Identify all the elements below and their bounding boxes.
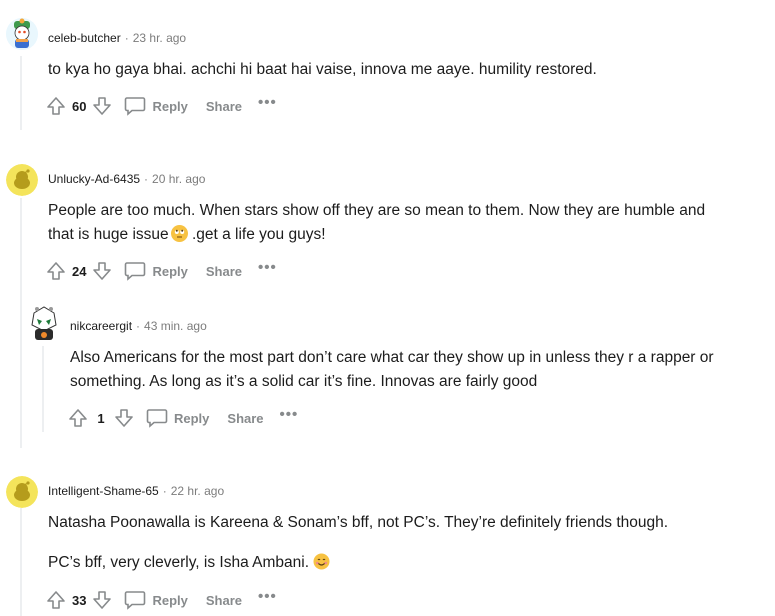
comment-text: PC’s bff, very cleverly, is Isha Ambani. <box>48 551 763 575</box>
comment-text: Also Americans for the most part don’t c… <box>70 349 714 390</box>
timestamp[interactable]: 23 hr. ago <box>133 31 186 45</box>
reply-label: Reply <box>152 98 188 114</box>
downvote-icon[interactable] <box>112 406 136 430</box>
downvote-icon[interactable] <box>90 259 114 283</box>
timestamp[interactable]: 43 min. ago <box>144 319 207 333</box>
separator: · <box>144 172 149 186</box>
more-options-button[interactable]: ••• <box>258 95 277 114</box>
comment-text-line: People are too much. When stars show off… <box>48 202 706 219</box>
reply-button[interactable]: Reply <box>124 590 188 610</box>
comment-body: Natasha Poonawalla is Kareena & Sonam’s … <box>48 511 763 575</box>
comment-header: Unlucky-Ad-6435 · 20 hr. ago <box>48 172 205 186</box>
upvote-icon[interactable] <box>44 94 68 118</box>
comment-actions: 60 Reply Share ••• <box>44 94 277 118</box>
avatar-image <box>6 476 38 508</box>
reply-label: Reply <box>174 410 210 426</box>
more-options-button[interactable]: ••• <box>258 589 277 608</box>
comment-actions: 24 Reply Share ••• <box>44 259 277 283</box>
comment-actions: 33 Reply Share ••• <box>44 588 277 612</box>
avatar-image <box>6 18 38 50</box>
separator: · <box>124 31 129 45</box>
timestamp[interactable]: 22 hr. ago <box>171 484 224 498</box>
comment-bubble-icon <box>125 97 146 116</box>
comment-text-segment: .get a life you guys! <box>187 226 326 243</box>
avatar[interactable] <box>6 164 38 196</box>
share-button[interactable]: Share <box>206 99 242 114</box>
avatar[interactable] <box>6 476 38 508</box>
username[interactable]: Unlucky-Ad-6435 <box>48 172 140 186</box>
username[interactable]: nikcareergit <box>70 319 132 333</box>
upvote-icon[interactable] <box>44 588 68 612</box>
comment-text-segment: that is huge issue <box>48 226 169 243</box>
reply-button[interactable]: Reply <box>124 96 188 116</box>
separator: · <box>136 319 141 333</box>
share-button[interactable]: Share <box>206 264 242 279</box>
vote-score: 33 <box>72 592 87 608</box>
vote-score: 1 <box>97 410 105 426</box>
separator: · <box>162 484 167 498</box>
avatar[interactable] <box>6 18 38 50</box>
comment-text-segment: PC’s bff, very cleverly, is Isha Ambani. <box>48 554 310 571</box>
smiling-emoji-icon <box>313 553 330 570</box>
comment-body: to kya ho gaya bhai. achchi hi baat hai … <box>48 58 758 82</box>
more-options-button[interactable]: ••• <box>280 407 299 426</box>
reply-button[interactable]: Reply <box>146 408 209 428</box>
thread-line[interactable] <box>20 56 22 130</box>
share-button[interactable]: Share <box>227 411 263 426</box>
comment-bubble-icon <box>125 262 146 281</box>
vote-score: 60 <box>72 98 87 114</box>
downvote-icon[interactable] <box>90 588 114 612</box>
thread-line[interactable] <box>42 346 44 432</box>
comment-header: Intelligent-Shame-65 · 22 hr. ago <box>48 484 224 498</box>
comment-text-line: that is huge issue .get a life you guys! <box>48 223 763 247</box>
comment-body: People are too much. When stars show off… <box>48 199 763 247</box>
username[interactable]: Intelligent-Shame-65 <box>48 484 159 498</box>
reply-button[interactable]: Reply <box>124 261 188 281</box>
comment-body: Also Americans for the most part don’t c… <box>70 346 770 394</box>
avatar-image <box>6 164 38 196</box>
downvote-icon[interactable] <box>90 94 114 118</box>
comment-header: celeb-butcher · 23 hr. ago <box>48 31 186 45</box>
timestamp[interactable]: 20 hr. ago <box>152 172 205 186</box>
vote-score: 24 <box>72 263 87 279</box>
thread-line[interactable] <box>20 508 22 616</box>
share-button[interactable]: Share <box>206 593 242 608</box>
more-options-button[interactable]: ••• <box>258 260 277 279</box>
rolling-eyes-emoji-icon <box>170 225 188 242</box>
reply-label: Reply <box>152 592 188 608</box>
avatar[interactable] <box>27 305 61 343</box>
username[interactable]: celeb-butcher <box>48 31 121 45</box>
upvote-icon[interactable] <box>66 406 90 430</box>
upvote-icon[interactable] <box>44 259 68 283</box>
comment-header: nikcareergit · 43 min. ago <box>70 319 207 333</box>
comment-text: to kya ho gaya bhai. achchi hi baat hai … <box>48 61 597 78</box>
comment-bubble-icon <box>146 409 168 428</box>
reply-label: Reply <box>152 263 188 279</box>
comment-bubble-icon <box>125 591 146 610</box>
thread-line[interactable] <box>20 198 22 448</box>
comment-actions: 1 Reply Share ••• <box>66 406 298 430</box>
comment-text: Natasha Poonawalla is Kareena & Sonam’s … <box>48 514 669 531</box>
avatar-image <box>31 306 57 340</box>
